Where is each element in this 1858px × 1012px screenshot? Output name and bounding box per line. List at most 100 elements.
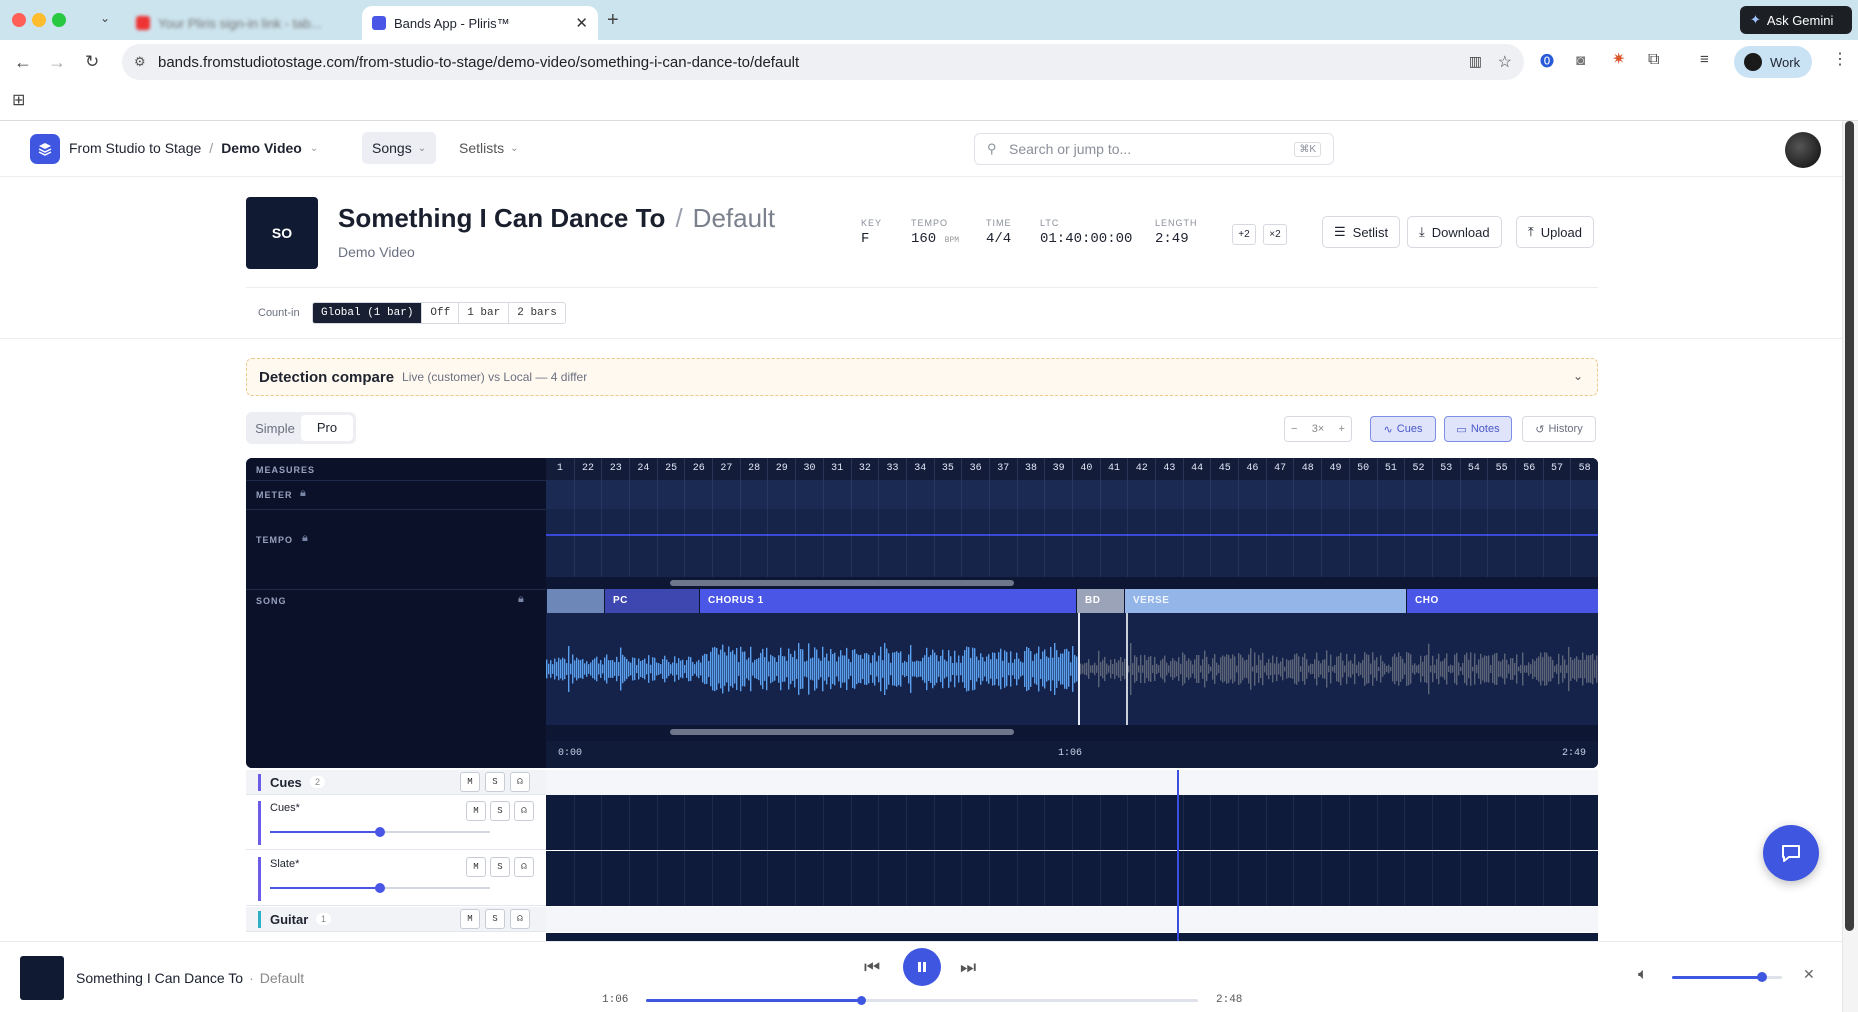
- tab-list-chevron-icon[interactable]: ⌄: [100, 12, 110, 24]
- measure-number[interactable]: 25: [656, 458, 685, 480]
- measure-number[interactable]: 23: [601, 458, 629, 480]
- track-group-guitar[interactable]: Guitar 1 M S ☊: [246, 907, 546, 932]
- tab-inactive[interactable]: Your Pliris sign-in link - tab...: [126, 6, 356, 40]
- nav-setlists[interactable]: Setlists ⌄: [451, 132, 527, 164]
- extensions-puzzle-icon[interactable]: ⧉: [1648, 52, 1659, 68]
- mute-button[interactable]: M: [460, 772, 480, 792]
- breadcrumb-org[interactable]: From Studio to Stage: [69, 140, 201, 156]
- measure-number[interactable]: 36: [961, 458, 989, 480]
- extension-claude-icon[interactable]: ✷: [1612, 52, 1625, 68]
- history-button[interactable]: ↺ History: [1522, 416, 1596, 442]
- measure-number[interactable]: 45: [1210, 458, 1238, 480]
- reader-mode-icon[interactable]: ▥: [1469, 53, 1482, 70]
- solo-button[interactable]: S: [485, 909, 505, 929]
- headphones-icon[interactable]: ☊: [510, 772, 530, 792]
- download-button[interactable]: ⤓ Download: [1407, 216, 1502, 248]
- measure-number[interactable]: 56: [1514, 458, 1543, 480]
- user-avatar[interactable]: [1785, 132, 1821, 168]
- password-manager-icon[interactable]: ⓿: [1540, 54, 1554, 68]
- back-icon[interactable]: ←: [14, 53, 32, 71]
- measure-number[interactable]: 57: [1542, 458, 1571, 480]
- measure-number[interactable]: 34: [905, 458, 934, 480]
- skip-forward-icon[interactable]: ⏭︎: [960, 957, 976, 978]
- url-field[interactable]: ⚙ bands.fromstudiotostage.com/from-studi…: [122, 44, 1524, 80]
- mute-button[interactable]: M: [460, 909, 480, 929]
- volume-knob[interactable]: [375, 827, 385, 837]
- measure-number[interactable]: 22: [573, 458, 602, 480]
- measure-number[interactable]: 32: [850, 458, 879, 480]
- measure-number[interactable]: 53: [1431, 458, 1460, 480]
- forward-icon[interactable]: →: [48, 53, 66, 71]
- section-cho[interactable]: CHO: [1406, 589, 1598, 613]
- zoom-out-button[interactable]: −: [1291, 423, 1297, 435]
- measure-number[interactable]: 43: [1155, 458, 1183, 480]
- measure-number[interactable]: 38: [1016, 458, 1045, 480]
- setlist-button[interactable]: ☰ Setlist: [1322, 216, 1401, 248]
- countin-option[interactable]: 1 bar: [459, 303, 510, 323]
- measure-number[interactable]: 28: [739, 458, 768, 480]
- upload-button[interactable]: ⤒ Upload: [1516, 216, 1594, 248]
- measure-number[interactable]: 55: [1487, 458, 1515, 480]
- section-verse[interactable]: VERSE: [1124, 589, 1406, 613]
- headphones-icon[interactable]: ☊: [514, 801, 534, 821]
- section-pc[interactable]: PC: [604, 589, 699, 613]
- page-scrollbar-thumb[interactable]: [1845, 121, 1854, 931]
- chevron-down-icon[interactable]: ⌄: [310, 143, 318, 154]
- measure-number[interactable]: 37: [988, 458, 1017, 480]
- section-chorus-1[interactable]: CHORUS 1: [699, 589, 1076, 613]
- solo-button[interactable]: S: [485, 772, 505, 792]
- measures-ruler[interactable]: 1 22 23 24 25 26 27 28 29 30 31 32 33 34 35 36 37 38 39 40 4…: [546, 458, 1598, 480]
- reload-icon[interactable]: ↻: [85, 53, 99, 70]
- mute-button[interactable]: M: [466, 801, 486, 821]
- measure-number[interactable]: 33: [878, 458, 906, 480]
- camera-icon[interactable]: ◙: [1576, 53, 1585, 68]
- cues-toggle[interactable]: ∿ Cues: [1370, 416, 1436, 442]
- measure-number[interactable]: 40: [1072, 458, 1100, 480]
- volume-icon[interactable]: 🔈︎: [1638, 966, 1648, 984]
- headphones-icon[interactable]: ☊: [510, 909, 530, 929]
- nav-songs[interactable]: Songs ⌄: [362, 132, 437, 164]
- measure-number[interactable]: 41: [1099, 458, 1128, 480]
- ask-gemini-button[interactable]: ✦ Ask Gemini: [1740, 6, 1852, 34]
- horizontal-scrollbar[interactable]: [670, 729, 1014, 735]
- notes-toggle[interactable]: ▭ Notes: [1444, 416, 1512, 442]
- tempo-multiplier-badge[interactable]: ×2: [1263, 224, 1287, 245]
- track-cues[interactable]: Cues* M S ☊: [246, 795, 546, 850]
- solo-button[interactable]: S: [490, 801, 510, 821]
- measure-number[interactable]: 31: [822, 458, 851, 480]
- measure-number[interactable]: 42: [1127, 458, 1155, 480]
- zoom-in-button[interactable]: +: [1339, 423, 1345, 435]
- mute-button[interactable]: M: [466, 857, 486, 877]
- search-input[interactable]: ⚲ Search or jump to... ⌘K: [974, 133, 1334, 165]
- track-slate[interactable]: Slate* M S ☊: [246, 851, 546, 906]
- measure-number[interactable]: 46: [1238, 458, 1266, 480]
- measure-number[interactable]: 30: [795, 458, 823, 480]
- section-bd[interactable]: BD: [1076, 589, 1124, 613]
- solo-button[interactable]: S: [490, 857, 510, 877]
- apps-grid-icon[interactable]: ⊞: [12, 93, 25, 109]
- bookmark-star-icon[interactable]: ☆: [1498, 52, 1512, 72]
- profile-button[interactable]: Work: [1734, 46, 1812, 78]
- volume-knob[interactable]: [1757, 972, 1768, 982]
- skip-back-icon[interactable]: ⏮︎: [864, 957, 880, 978]
- site-info-icon[interactable]: ⚙: [134, 54, 146, 70]
- measure-number[interactable]: 24: [629, 458, 657, 480]
- close-window-button[interactable]: [12, 13, 26, 27]
- breadcrumb-project[interactable]: Demo Video: [221, 140, 302, 156]
- transpose-up-badge[interactable]: +2: [1232, 224, 1256, 245]
- lock-icon[interactable]: 🔒︎: [300, 488, 306, 499]
- countin-option[interactable]: Global (1 bar): [313, 303, 423, 323]
- view-simple[interactable]: Simple: [249, 421, 301, 436]
- media-queue-icon[interactable]: ≡: [1700, 52, 1709, 67]
- browser-menu-icon[interactable]: ⋮: [1832, 52, 1848, 68]
- view-pro[interactable]: Pro: [301, 415, 353, 441]
- measure-number[interactable]: 51: [1376, 458, 1405, 480]
- minimize-window-button[interactable]: [32, 13, 46, 27]
- measure-number[interactable]: 29: [767, 458, 795, 480]
- measure-number[interactable]: 52: [1404, 458, 1432, 480]
- measure-number[interactable]: 48: [1293, 458, 1321, 480]
- app-logo[interactable]: [30, 134, 60, 164]
- detection-compare-panel[interactable]: Detection compare Live (customer) vs Loc…: [246, 358, 1598, 396]
- close-player-icon[interactable]: ✕: [1803, 966, 1815, 983]
- measure-number[interactable]: 58: [1570, 458, 1598, 480]
